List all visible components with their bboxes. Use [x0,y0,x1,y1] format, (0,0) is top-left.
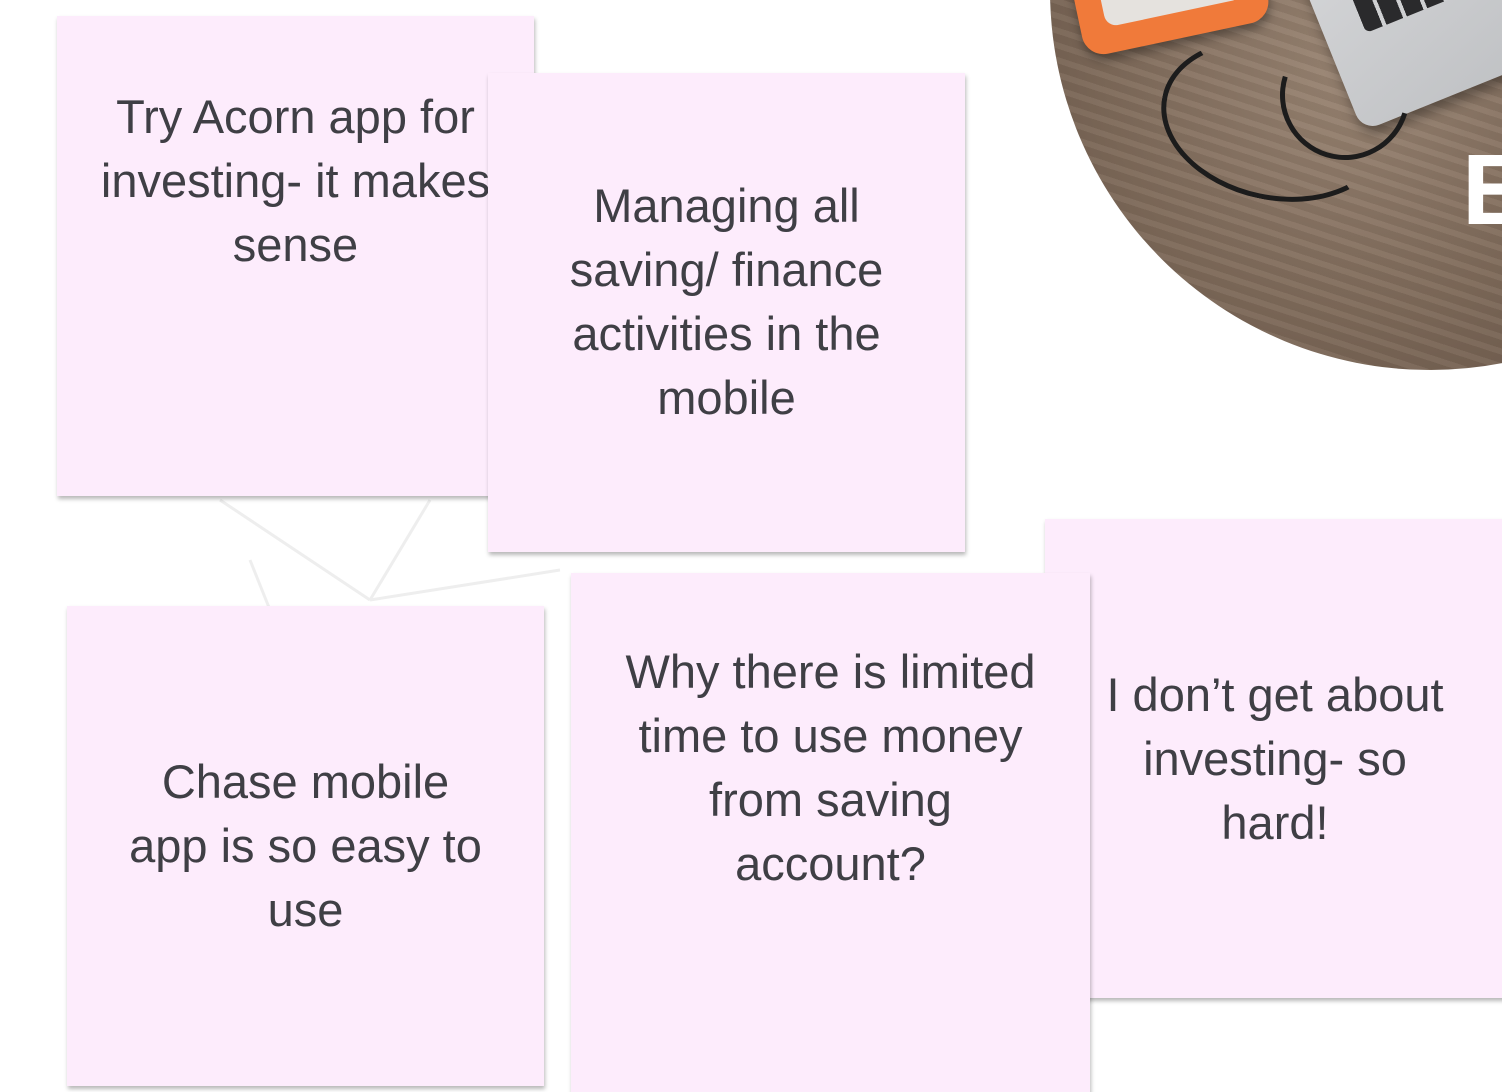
sticky-note[interactable]: Managing all saving/ finance activities … [488,73,965,552]
sticky-note[interactable]: I don’t get about investing- so hard! [1045,519,1502,998]
sticky-note-text: Managing all saving/ finance activities … [569,178,884,424]
photo-overlay-text: E [1462,134,1502,246]
desk-photo-circle: E [1050,0,1502,370]
whiteboard-canvas: E Try Acorn app for investing- it makes … [0,0,1502,1092]
sticky-note-text: Chase mobile app is so easy to use [129,755,482,936]
sticky-note-text: Why there is limited time to use money f… [625,645,1036,890]
sticky-note[interactable]: Try Acorn app for investing- it makes se… [57,16,534,496]
sticky-note[interactable]: Why there is limited time to use money f… [571,573,1090,1092]
sticky-note-text: I don’t get about investing- so hard! [1106,667,1444,849]
sticky-note[interactable]: Chase mobile app is so easy to use [67,606,544,1086]
sticky-note-text: Try Acorn app for investing- it makes se… [100,90,491,271]
